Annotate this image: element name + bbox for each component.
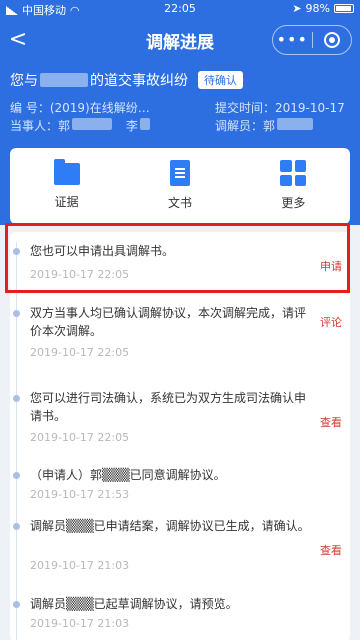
- case-title-suffix: 的道交事故纠纷: [90, 73, 188, 89]
- more-button[interactable]: 更多: [237, 148, 350, 224]
- timeline-dot: [13, 523, 20, 530]
- timeline-text: （申请人）郭▒▒▒已同意调解协议。: [30, 468, 226, 482]
- timeline-time: 2019-10-17 21:03: [30, 617, 130, 630]
- timeline-dot: [13, 310, 20, 317]
- highlight-box: [5, 223, 350, 293]
- evidence-label: 证据: [54, 195, 79, 209]
- view-link[interactable]: 查看: [320, 414, 342, 430]
- review-link[interactable]: 评论: [320, 314, 342, 330]
- party-b: 李: [125, 119, 138, 133]
- folder-icon: [53, 159, 80, 185]
- submit-time-value: 2019-10-17: [275, 101, 345, 115]
- timeline-time: 2019-10-17 21:53: [30, 488, 130, 501]
- timeline-list: 您也可以申请出具调解书。 2019-10-17 22:05 申请 双方当事人均已…: [10, 232, 350, 640]
- timeline-dot: [13, 601, 20, 608]
- documents-label: 文书: [167, 196, 192, 210]
- status-bar: 中国移动 ◠ 22:05 ➤ 98%: [0, 0, 360, 18]
- redacted-mediator: [277, 118, 314, 130]
- timeline-text: 调解员▒▒▒已起草调解协议，请预览。: [30, 597, 238, 611]
- timeline-time: 2019-10-17 22:05: [30, 346, 130, 359]
- tool-card: 证据 文书 更多: [10, 148, 350, 224]
- timeline-text: 您可以进行司法确认，系统已为双方生成司法确认申请书。: [30, 391, 307, 423]
- close-miniapp-button[interactable]: [312, 32, 351, 48]
- miniapp-capsule: •••: [272, 25, 352, 55]
- case-number-value: (2019)在线解纷…: [49, 101, 150, 115]
- documents-button[interactable]: 文书: [123, 148, 236, 224]
- battery-percent: 98%: [305, 2, 330, 15]
- target-icon: [323, 32, 340, 48]
- submit-time-label: 提交时间：: [215, 101, 276, 115]
- mediator-name: 郭: [263, 119, 276, 133]
- parties: 当事人：郭 李: [10, 117, 152, 134]
- timeline-text: 调解员▒▒▒已申请结案，调解协议已生成，请确认。: [30, 519, 310, 533]
- timeline-line: [16, 242, 17, 640]
- case-number-label: 编 号：: [10, 101, 50, 115]
- redacted-party-a: [72, 118, 113, 130]
- submit-time: 提交时间：2019-10-17: [215, 99, 345, 116]
- redacted-name: [40, 73, 88, 87]
- status-badge: 待确认: [198, 71, 243, 89]
- case-title: 您与 的道交事故纠纷 待确认: [10, 70, 243, 90]
- grid-icon: [280, 160, 307, 186]
- case-number: 编 号：(2019)在线解纷…: [10, 99, 150, 116]
- mediator: 调解员：郭: [215, 117, 315, 134]
- timeline-dot: [13, 472, 20, 479]
- parties-label: 当事人：: [10, 119, 59, 133]
- case-title-prefix: 您与: [10, 73, 38, 89]
- document-icon: [169, 160, 190, 186]
- timeline-time: 2019-10-17 22:05: [30, 431, 130, 444]
- location-icon: ➤: [292, 2, 302, 15]
- redacted-party-b: [139, 118, 150, 130]
- mediator-label: 调解员：: [215, 119, 264, 133]
- more-menu-button[interactable]: •••: [273, 26, 312, 54]
- timeline-text: 双方当事人均已确认调解协议，本次调解完成，请评价本次调解。: [30, 306, 307, 338]
- view-link[interactable]: 查看: [320, 542, 342, 558]
- timeline-time: 2019-10-17 21:03: [30, 559, 130, 572]
- more-label: 更多: [281, 196, 306, 210]
- timeline-dot: [13, 395, 20, 402]
- battery-icon: [334, 4, 354, 13]
- navigation-bar: < 调解进展 •••: [0, 18, 360, 62]
- evidence-button[interactable]: 证据: [10, 148, 123, 224]
- party-a: 郭: [58, 119, 71, 133]
